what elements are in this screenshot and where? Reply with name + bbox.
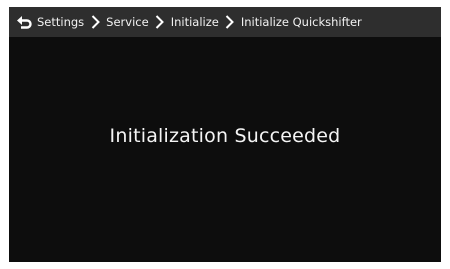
breadcrumb: Settings Service Initialize Initialize Q… bbox=[9, 7, 441, 37]
breadcrumb-item-initialize-quickshifter: Initialize Quickshifter bbox=[240, 15, 362, 29]
back-button[interactable] bbox=[11, 7, 37, 37]
device-screen: Settings Service Initialize Initialize Q… bbox=[9, 7, 441, 262]
chevron-right-icon bbox=[152, 7, 168, 37]
breadcrumb-item-settings[interactable]: Settings bbox=[37, 7, 84, 37]
status-message: Initialization Succeeded bbox=[109, 125, 341, 147]
back-arrow-icon bbox=[17, 16, 32, 29]
breadcrumb-item-service[interactable]: Service bbox=[106, 7, 149, 37]
breadcrumb-item-initialize[interactable]: Initialize bbox=[171, 7, 219, 37]
chevron-right-icon bbox=[222, 7, 238, 37]
chevron-right-icon bbox=[87, 7, 103, 37]
